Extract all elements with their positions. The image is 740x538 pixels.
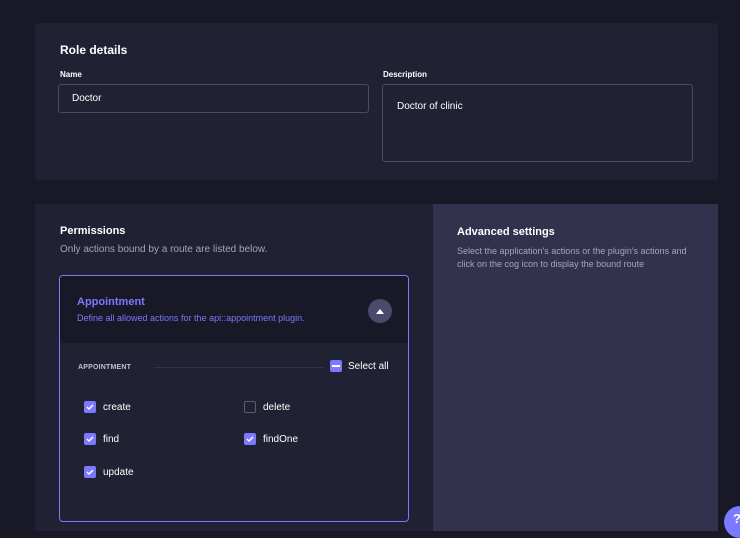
help-button[interactable]: ? xyxy=(724,506,740,538)
select-all-checkbox[interactable]: Select all xyxy=(330,360,389,372)
role-details-title: Role details xyxy=(60,43,128,57)
section-divider xyxy=(154,367,324,368)
permission-delete-checkbox[interactable]: delete xyxy=(244,401,290,413)
appointment-accordion: Appointment Define all allowed actions f… xyxy=(59,275,409,522)
role-details-card: Role details Name Doctor Description Doc… xyxy=(35,23,718,180)
permissions-subtitle: Only actions bound by a route are listed… xyxy=(60,244,268,255)
permission-create-checkbox[interactable]: create xyxy=(84,401,131,413)
checked-checkbox-icon xyxy=(84,466,96,478)
permission-label: delete xyxy=(263,401,291,413)
accordion-title: Appointment xyxy=(77,296,145,308)
accordion-header[interactable]: Appointment Define all allowed actions f… xyxy=(60,276,408,343)
accordion-description: Define all allowed actions for the api::… xyxy=(77,313,305,323)
permission-label: update xyxy=(103,466,134,478)
permission-label: findOne xyxy=(263,433,299,445)
advanced-settings-panel: Advanced settings Select the application… xyxy=(433,204,718,531)
description-label: Description xyxy=(383,70,428,79)
chevron-up-icon xyxy=(376,308,384,314)
indeterminate-checkbox-icon xyxy=(330,360,342,372)
advanced-settings-title: Advanced settings xyxy=(457,226,555,238)
accordion-toggle-button[interactable] xyxy=(368,299,392,323)
section-label: APPOINTMENT xyxy=(78,364,132,371)
checked-checkbox-icon xyxy=(84,401,96,413)
permissions-card: Permissions Only actions bound by a rout… xyxy=(35,204,433,531)
permission-update-checkbox[interactable]: update xyxy=(84,466,134,478)
permission-label: create xyxy=(103,401,131,413)
permission-find-checkbox[interactable]: find xyxy=(84,433,119,445)
checked-checkbox-icon xyxy=(244,433,256,445)
select-all-label: Select all xyxy=(348,360,389,372)
checked-checkbox-icon xyxy=(84,433,96,445)
permissions-title: Permissions xyxy=(60,225,126,237)
permission-label: find xyxy=(103,433,120,445)
description-textarea[interactable]: Doctor of clinic xyxy=(382,84,693,162)
name-label: Name xyxy=(60,70,82,79)
name-input[interactable]: Doctor xyxy=(58,84,369,113)
advanced-settings-text: Select the application's actions or the … xyxy=(457,246,687,269)
permission-findone-checkbox[interactable]: findOne xyxy=(244,433,298,445)
unchecked-checkbox-icon xyxy=(244,401,256,413)
